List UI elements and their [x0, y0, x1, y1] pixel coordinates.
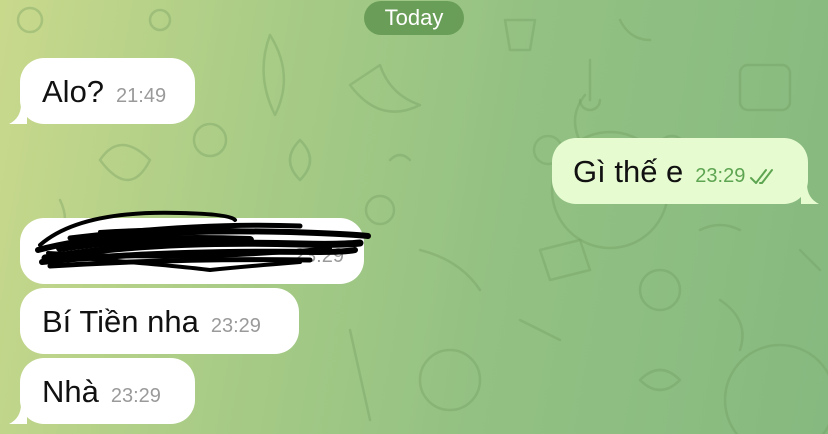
- message-time: 23:29: [110, 385, 161, 407]
- message-time: 23:29: [210, 315, 261, 337]
- bubble-tail-left: [9, 404, 27, 424]
- message-bubble-incoming[interactable]: Bí Tiền nha 23:29: [20, 288, 299, 354]
- message-text: Nhà: [42, 374, 99, 409]
- message-bubble-incoming[interactable]: Nhà 23:29: [20, 358, 195, 424]
- message-text: Bí Tiền nha: [42, 304, 199, 339]
